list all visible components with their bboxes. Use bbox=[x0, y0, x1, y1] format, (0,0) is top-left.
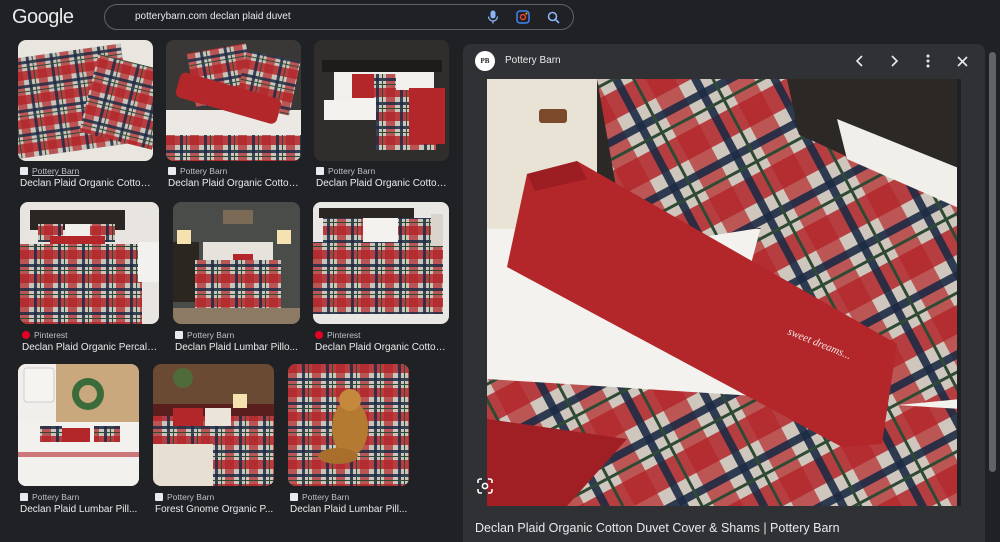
pottery-barn-favicon bbox=[168, 167, 176, 175]
result-title[interactable]: Declan Plaid Organic Cotton ... bbox=[315, 342, 449, 353]
result-card[interactable]: Pottery Barn Declan Plaid Lumbar Pill... bbox=[18, 364, 140, 516]
result-title[interactable]: Forest Gnome Organic P... bbox=[155, 504, 274, 515]
result-card[interactable]: Pottery Barn Declan Plaid Lumbar Pill... bbox=[288, 364, 410, 516]
image-preview-panel: PB Pottery Barn sweet dreams... Declan P… bbox=[463, 44, 985, 542]
pottery-barn-favicon bbox=[290, 493, 298, 501]
result-source[interactable]: Pottery Barn bbox=[328, 166, 375, 176]
panel-header: PB Pottery Barn bbox=[463, 44, 985, 78]
more-vert-icon bbox=[926, 54, 930, 68]
result-title[interactable]: Declan Plaid Lumbar Pill... bbox=[290, 504, 409, 515]
close-icon bbox=[956, 55, 968, 67]
result-card[interactable]: Pinterest Declan Plaid Organic Cotton ..… bbox=[313, 202, 450, 354]
chevron-left-icon bbox=[855, 55, 863, 67]
pottery-barn-favicon bbox=[175, 331, 183, 339]
next-button[interactable] bbox=[885, 52, 903, 70]
site-name[interactable]: Pottery Barn bbox=[505, 55, 561, 66]
scrollbar-thumb[interactable] bbox=[989, 52, 996, 472]
result-title[interactable]: Declan Plaid Lumbar Pill... bbox=[20, 504, 139, 515]
pottery-barn-favicon bbox=[155, 493, 163, 501]
search-box[interactable]: potterybarn.com declan plaid duvet bbox=[104, 4, 574, 30]
result-title[interactable]: Declan Plaid Organic Cotton... bbox=[316, 178, 449, 189]
result-source[interactable]: Pottery Barn bbox=[302, 492, 349, 502]
close-button[interactable] bbox=[953, 52, 971, 70]
pottery-barn-favicon bbox=[20, 167, 28, 175]
result-thumbnail[interactable] bbox=[20, 202, 159, 324]
result-thumbnail[interactable] bbox=[313, 202, 449, 324]
more-options-button[interactable] bbox=[919, 52, 937, 70]
chevron-right-icon bbox=[891, 55, 899, 67]
pinterest-favicon bbox=[22, 331, 30, 339]
image-results-grid: Pottery Barn Declan Plaid Organic Cotton… bbox=[0, 36, 462, 542]
previous-button[interactable] bbox=[851, 52, 869, 70]
lens-icon[interactable] bbox=[515, 9, 531, 25]
result-source[interactable]: Pottery Barn bbox=[187, 330, 234, 340]
header: Google potterybarn.com declan plaid duve… bbox=[0, 0, 1000, 36]
result-thumbnail[interactable] bbox=[288, 364, 409, 486]
result-title[interactable]: Declan Plaid Organic Cotton... bbox=[168, 178, 301, 189]
result-source[interactable]: Pinterest bbox=[327, 330, 361, 340]
preview-image[interactable]: sweet dreams... bbox=[487, 79, 961, 506]
result-title[interactable]: Declan Plaid Lumbar Pillo... bbox=[175, 342, 300, 353]
result-card[interactable]: Pottery Barn Declan Plaid Lumbar Pillo..… bbox=[173, 202, 301, 354]
result-source[interactable]: Pottery Barn bbox=[32, 166, 79, 176]
pottery-barn-favicon bbox=[316, 167, 324, 175]
result-title[interactable]: Declan Plaid Organic Percale... bbox=[22, 342, 159, 353]
result-card[interactable]: Pottery Barn Forest Gnome Organic P... bbox=[153, 364, 275, 516]
google-logo[interactable]: Google bbox=[12, 6, 74, 29]
result-thumbnail[interactable] bbox=[18, 364, 139, 486]
search-input[interactable]: potterybarn.com declan plaid duvet bbox=[135, 11, 291, 22]
result-title[interactable]: Declan Plaid Organic Cotton... bbox=[20, 178, 153, 189]
result-card[interactable]: Pottery Barn Declan Plaid Organic Cotton… bbox=[166, 40, 302, 190]
result-thumbnail[interactable] bbox=[153, 364, 274, 486]
result-source[interactable]: Pottery Barn bbox=[180, 166, 227, 176]
preview-title[interactable]: Declan Plaid Organic Cotton Duvet Cover … bbox=[475, 521, 840, 535]
result-source[interactable]: Pottery Barn bbox=[32, 492, 79, 502]
result-source[interactable]: Pottery Barn bbox=[167, 492, 214, 502]
result-thumbnail[interactable] bbox=[314, 40, 449, 161]
result-thumbnail[interactable] bbox=[18, 40, 153, 161]
site-logo[interactable]: PB bbox=[475, 51, 495, 71]
lens-icon bbox=[477, 478, 493, 494]
result-card[interactable]: Pinterest Declan Plaid Organic Percale..… bbox=[20, 202, 160, 354]
pottery-barn-favicon bbox=[20, 493, 28, 501]
mic-icon[interactable] bbox=[485, 9, 501, 25]
google-lens-button[interactable] bbox=[475, 476, 495, 496]
pinterest-favicon bbox=[315, 331, 323, 339]
result-card[interactable]: Pottery Barn Declan Plaid Organic Cotton… bbox=[18, 40, 154, 190]
result-source[interactable]: Pinterest bbox=[34, 330, 68, 340]
result-card[interactable]: Pottery Barn Declan Plaid Organic Cotton… bbox=[314, 40, 450, 190]
result-thumbnail[interactable] bbox=[166, 40, 301, 161]
result-thumbnail[interactable] bbox=[173, 202, 300, 324]
search-icon[interactable] bbox=[545, 9, 561, 25]
